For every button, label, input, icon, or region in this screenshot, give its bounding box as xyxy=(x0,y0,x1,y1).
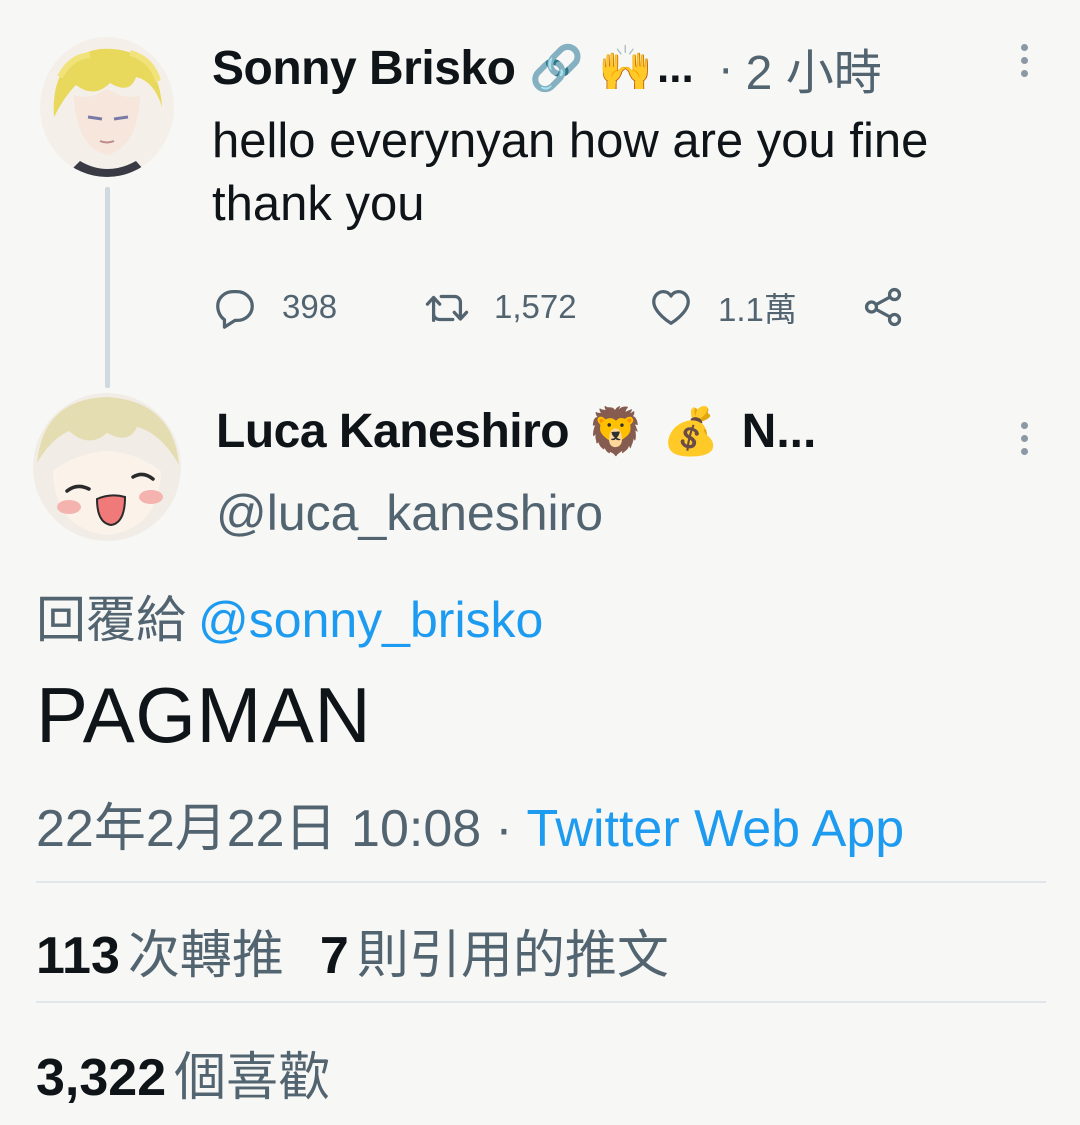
name-ellipsis: ... xyxy=(657,43,694,92)
reply-icon xyxy=(216,290,254,329)
name-suffix-truncated: N... xyxy=(741,404,817,458)
parent-time-ago[interactable]: 2 小時 xyxy=(746,33,882,103)
link-emoji-badge: 🔗 xyxy=(529,43,585,94)
timestamp-line: 22年2月22日 10:08 · Twitter Web App xyxy=(36,786,904,861)
main-author-name[interactable]: Luca Kaneshiro xyxy=(216,404,570,459)
meta-separator: · xyxy=(717,41,734,95)
source-app-link[interactable]: Twitter Web App xyxy=(527,800,905,858)
parent-author-name[interactable]: Sonny Brisko xyxy=(212,41,516,96)
like-stat-label: 個喜歡 xyxy=(174,1049,331,1107)
timestamp-separator: · xyxy=(495,800,513,858)
avatar-sonny-brisko[interactable] xyxy=(40,37,174,177)
divider xyxy=(36,1001,1046,1003)
avatar-luca-kaneshiro[interactable] xyxy=(33,393,181,541)
main-author-handle[interactable]: @luca_kaneshiro xyxy=(216,484,603,542)
reply-button[interactable]: 398 xyxy=(212,282,337,332)
reply-prefix: 回覆給 xyxy=(36,592,186,648)
retweet-quote-stats: 113 次轉推 7 則引用的推文 xyxy=(36,913,669,988)
retweet-count: 1,572 xyxy=(494,288,577,325)
divider xyxy=(36,881,1046,883)
parent-tweet-header: Sonny Brisko 🔗 🙌 ... · 2 小時 xyxy=(212,33,882,103)
thread-connector-line xyxy=(105,187,110,388)
retweet-stat-label: 次轉推 xyxy=(127,927,284,985)
like-count: 1.1萬 xyxy=(718,291,797,328)
retweet-stat-count: 113 xyxy=(36,927,120,985)
likes-stat[interactable]: 3,322 個喜歡 xyxy=(36,1035,330,1110)
more-icon[interactable] xyxy=(1019,422,1029,461)
parent-action-bar: 398 1,572 1.1萬 xyxy=(212,282,932,332)
like-button[interactable]: 1.1萬 xyxy=(648,282,797,332)
reply-count: 398 xyxy=(282,288,338,325)
share-icon xyxy=(864,287,902,327)
reply-to-mention-link[interactable]: @sonny_brisko xyxy=(198,592,543,648)
more-icon[interactable] xyxy=(1019,44,1029,83)
parent-tweet-text: hello everynyan how are you fine thank y… xyxy=(212,114,929,231)
share-button[interactable] xyxy=(860,282,906,332)
main-tweet-header: Luca Kaneshiro 🦁 💰 N... xyxy=(216,398,816,464)
quotes-stat[interactable]: 7 則引用的推文 xyxy=(320,927,669,985)
like-icon xyxy=(652,290,690,325)
retweet-button[interactable]: 1,572 xyxy=(424,282,577,332)
retweets-stat[interactable]: 113 次轉推 xyxy=(36,927,284,985)
reply-to-line: 回覆給 @sonny_brisko xyxy=(36,580,543,652)
main-tweet-text: PAGMAN xyxy=(36,671,372,759)
lion-emoji-badge: 🦁 xyxy=(587,403,645,458)
like-stat-count: 3,322 xyxy=(36,1049,167,1107)
raised-hands-emoji-badge: 🙌 xyxy=(598,43,653,94)
quote-stat-count: 7 xyxy=(319,927,349,985)
quote-stat-label: 則引用的推文 xyxy=(356,927,669,985)
retweet-icon xyxy=(425,294,469,323)
tweet-timestamp[interactable]: 22年2月22日 10:08 xyxy=(36,800,481,858)
money-bag-emoji-badge: 💰 xyxy=(662,403,720,458)
